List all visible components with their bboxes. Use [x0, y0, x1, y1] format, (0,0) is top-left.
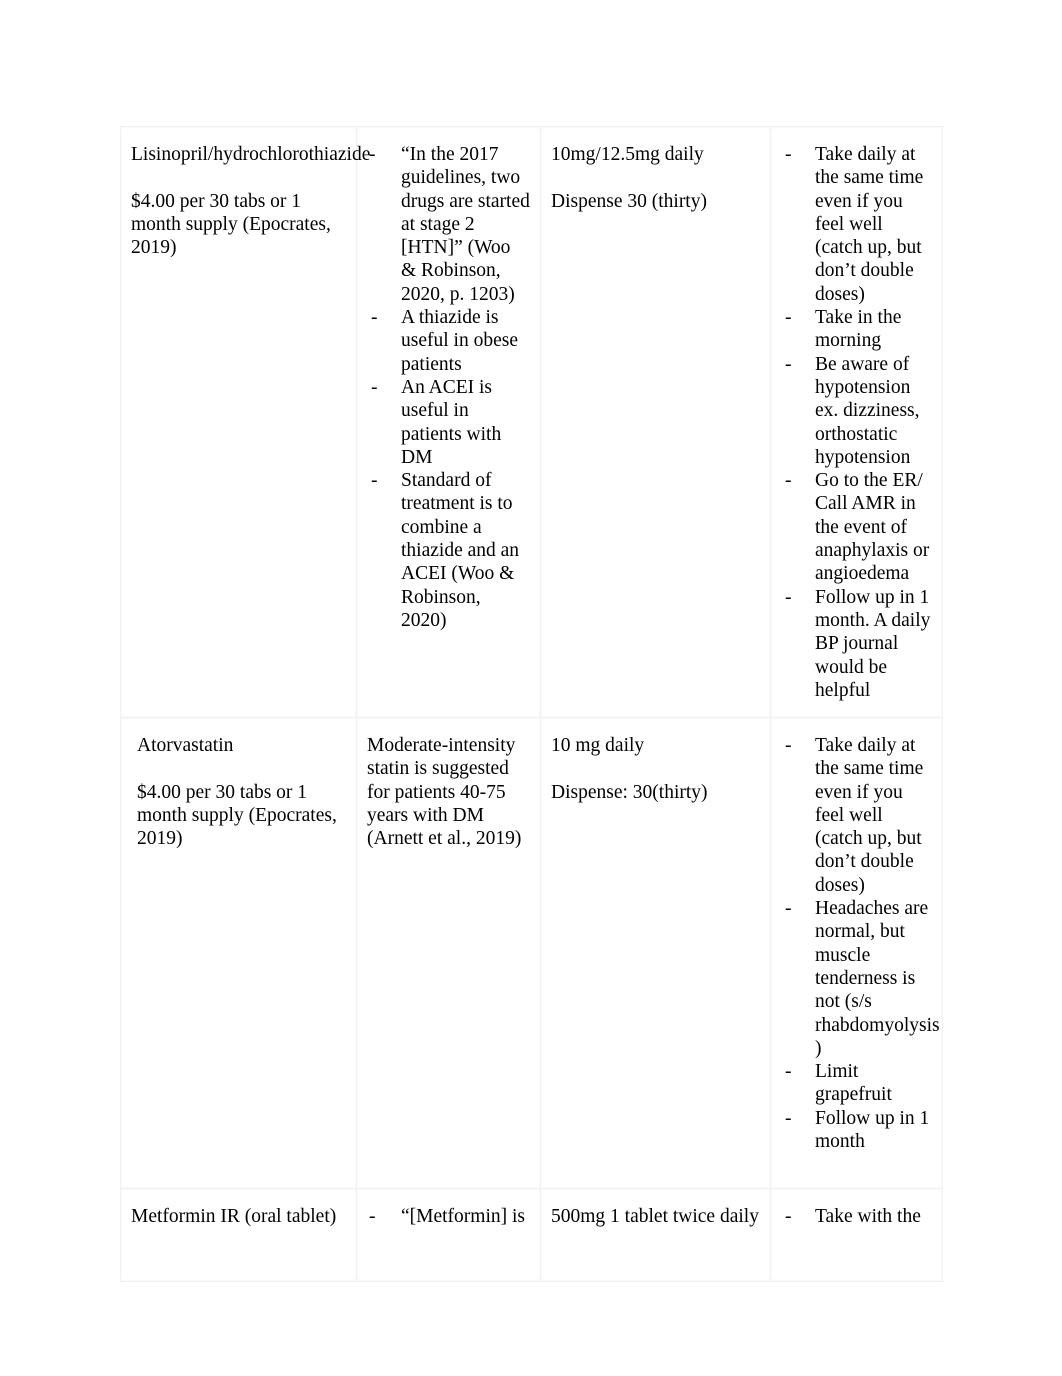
- cell-rationale: “[Metformin] is: [356, 1188, 541, 1282]
- rationale-list: “[Metformin] is: [367, 1205, 530, 1229]
- education-list: Take with the: [781, 1205, 932, 1229]
- list-item: An ACEI is useful in patients with DM: [367, 376, 530, 469]
- education-list: Take daily at the same time even if you …: [781, 143, 932, 702]
- cell-drug-and-cost: Lisinopril/hydrochlorothiazide $4.00 per…: [120, 126, 371, 718]
- list-item: Limit grapefruit: [781, 1060, 932, 1107]
- dispense-text: Dispense: 30(thirty): [551, 781, 708, 803]
- list-item: Take daily at the same time even if you …: [781, 143, 932, 306]
- cell-drug-and-cost: Metformin IR (oral tablet): [120, 1188, 357, 1282]
- dose-text: 10 mg daily: [551, 735, 645, 756]
- cell-dosing: 500mg 1 tablet twice daily: [540, 1188, 771, 1282]
- medication-plan-table: Lisinopril/hydrochlorothiazide $4.00 per…: [120, 126, 943, 1282]
- dose-text: 10mg/12.5mg daily: [551, 144, 704, 165]
- drug-name: Metformin IR (oral tablet): [131, 1206, 337, 1227]
- cell-drug-and-cost: Atorvastatin $4.00 per 30 tabs or 1 mont…: [120, 717, 357, 1189]
- drug-cost: $4.00 per 30 tabs or 1 month supply (Epo…: [137, 781, 337, 850]
- list-item: “[Metformin] is: [367, 1205, 530, 1229]
- cell-dosing: 10mg/12.5mg daily Dispense 30 (thirty): [540, 126, 771, 718]
- list-item: “In the 2017 guidelines, two drugs are s…: [367, 143, 530, 306]
- cell-dosing: 10 mg daily Dispense: 30(thirty): [540, 717, 771, 1189]
- list-item: Follow up in 1 month: [781, 1107, 932, 1154]
- cell-patient-education: Take daily at the same time even if you …: [770, 126, 943, 718]
- list-item: Headaches are normal, but muscle tendern…: [781, 897, 940, 1060]
- list-item: Follow up in 1 month. A daily BP journal…: [781, 586, 932, 702]
- drug-name: Lisinopril/hydrochlorothiazide: [131, 144, 371, 165]
- cell-rationale: Moderate-intensity statin is suggested f…: [356, 717, 541, 1189]
- list-item: Take daily at the same time even if you …: [781, 734, 932, 897]
- cell-patient-education: Take with the: [770, 1188, 943, 1282]
- rationale-list: “In the 2017 guidelines, two drugs are s…: [367, 143, 530, 632]
- list-item: Standard of treatment is to combine a th…: [367, 469, 530, 632]
- list-item: Be aware of hypotension ex. dizziness, o…: [781, 353, 932, 469]
- document-page: Lisinopril/hydrochlorothiazide $4.00 per…: [0, 0, 1062, 1376]
- table-row: Metformin IR (oral tablet) “[Metformin] …: [120, 1188, 943, 1282]
- cell-patient-education: Take daily at the same time even if you …: [770, 717, 943, 1189]
- dispense-text: Dispense 30 (thirty): [551, 190, 707, 212]
- cell-rationale: “In the 2017 guidelines, two drugs are s…: [356, 126, 541, 718]
- dose-text: 500mg 1 tablet twice daily: [551, 1206, 759, 1227]
- list-item: Go to the ER/ Call AMR in the event of a…: [781, 469, 932, 585]
- drug-cost: $4.00 per 30 tabs or 1 month supply (Epo…: [131, 190, 331, 259]
- rationale-text: Moderate-intensity statin is suggested f…: [367, 735, 522, 850]
- table-row: Atorvastatin $4.00 per 30 tabs or 1 mont…: [120, 717, 943, 1189]
- table-row: Lisinopril/hydrochlorothiazide $4.00 per…: [120, 126, 943, 718]
- drug-name: Atorvastatin: [137, 735, 234, 756]
- list-item: Take in the morning: [781, 306, 932, 353]
- list-item: A thiazide is useful in obese patients: [367, 306, 530, 376]
- education-list: Take daily at the same time even if you …: [781, 734, 940, 1154]
- list-item: Take with the: [781, 1205, 932, 1229]
